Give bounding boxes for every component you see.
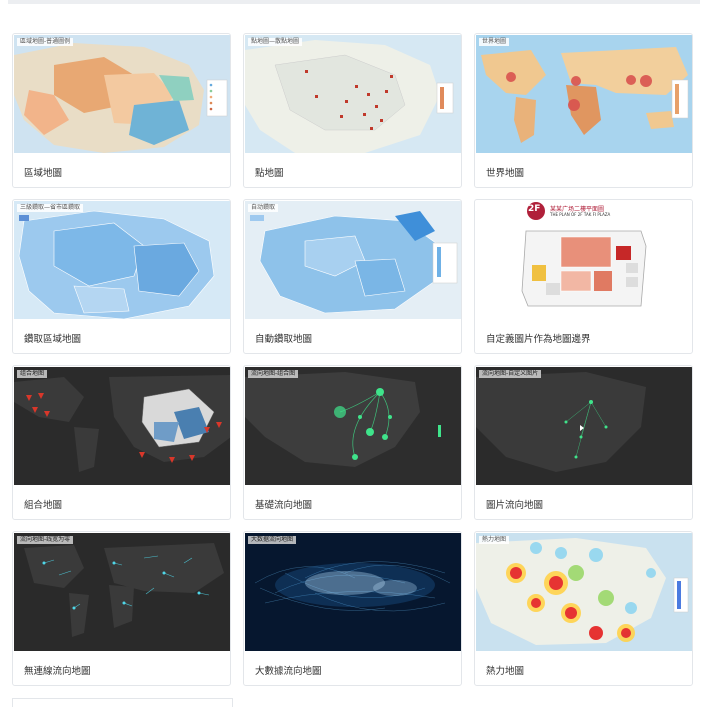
map-card-point[interactable]: 點地圖—散點地圖 點地圖 (243, 33, 462, 188)
card-label: 自定義圖片作為地圖邊界 (486, 334, 591, 345)
card-label: 基礎流向地圖 (255, 500, 313, 511)
thumbnail-title: 流向地图-自定义图片 (479, 370, 542, 378)
map-card-drill[interactable]: 三級鑽取—省市區鑽取 鑽取區域地圖 (12, 199, 231, 354)
card-label: 大數據流向地圖 (255, 666, 322, 677)
map-card-world[interactable]: 世界地圖 世界地圖 (474, 33, 693, 188)
thumbnail-title: 流向地图-线宽为零 (17, 536, 74, 544)
card-label: 組合地圖 (24, 500, 63, 511)
thumbnail-no-line-flow-map: 流向地图-线宽为零 (14, 533, 230, 651)
card-label: 鑽取區域地圖 (24, 334, 82, 345)
thumbnail-drill-map: 三級鑽取—省市區鑽取 (14, 201, 230, 319)
card-label: 無連線流向地圖 (24, 666, 91, 677)
thumbnail-title: 三級鑽取—省市區鑽取 (17, 204, 84, 212)
top-divider (8, 0, 700, 4)
card-label: 熱力地圖 (486, 666, 525, 677)
map-card-heat[interactable]: 熱力地图 熱力地圖 (474, 531, 693, 686)
map-card-partial[interactable] (12, 698, 233, 707)
thumbnail-region-map: 區域地圖-普通圖例 (14, 35, 230, 153)
thumbnail-title: 流向地图-组合图 (248, 370, 299, 378)
map-card-custom-image[interactable]: 2F 某某广场二樓平面圖 THE PLAN OF 2F TAK FI PLAZA… (474, 199, 693, 354)
thumbnail-subtitle: THE PLAN OF 2F TAK FI PLAZA (550, 212, 611, 217)
thumbnail-point-map: 點地圖—散點地圖 (245, 35, 461, 153)
map-card-no-line-flow[interactable]: 流向地图-线宽为零 無連線流向地圖 (12, 531, 231, 686)
thumbnail-title: 點地圖—散點地圖 (248, 38, 303, 46)
map-card-combo[interactable]: 组合地图 組合地圖 (12, 365, 231, 520)
thumbnail-auto-drill-map: 自动鑽取 (245, 201, 461, 319)
thumbnail-title: 大数据流向地图 (248, 536, 297, 544)
map-card-region[interactable]: 區域地圖-普通圖例 區域地圖 (12, 33, 231, 188)
map-card-basic-flow[interactable]: 流向地图-组合图 基礎流向地圖 (243, 365, 462, 520)
card-label: 圖片流向地圖 (486, 500, 544, 511)
thumbnail-image-flow-map: 流向地图-自定义图片 (476, 367, 692, 485)
thumbnail-big-data-flow-map: 大数据流向地图 (245, 533, 461, 651)
map-card-big-data-flow[interactable]: 大数据流向地图 大數據流向地圖 (243, 531, 462, 686)
card-label: 世界地圖 (486, 168, 525, 179)
card-label: 點地圖 (255, 168, 284, 179)
thumbnail-combo-map: 组合地图 (14, 367, 230, 485)
thumbnail-title: 熱力地图 (479, 536, 510, 544)
thumbnail-title: 世界地圖 (479, 38, 510, 46)
thumbnail-heat-map: 熱力地图 (476, 533, 692, 651)
map-card-auto-drill[interactable]: 自动鑽取 自動鑽取地圖 (243, 199, 462, 354)
thumbnail-title: 區域地圖-普通圖例 (17, 38, 74, 46)
thumbnail-floor-plan: 2F 某某广场二樓平面圖 THE PLAN OF 2F TAK FI PLAZA (476, 201, 692, 319)
card-label: 區域地圖 (24, 168, 63, 179)
thumbnail-basic-flow-map: 流向地图-组合图 (245, 367, 461, 485)
floor-badge: 2F (528, 204, 541, 214)
card-label: 自動鑽取地圖 (255, 334, 313, 345)
thumbnail-title: 自动鑽取 (248, 204, 279, 212)
map-card-image-flow[interactable]: 流向地图-自定义图片 圖片流向地圖 (474, 365, 693, 520)
thumbnail-world-map: 世界地圖 (476, 35, 692, 153)
thumbnail-title: 组合地图 (17, 370, 48, 378)
